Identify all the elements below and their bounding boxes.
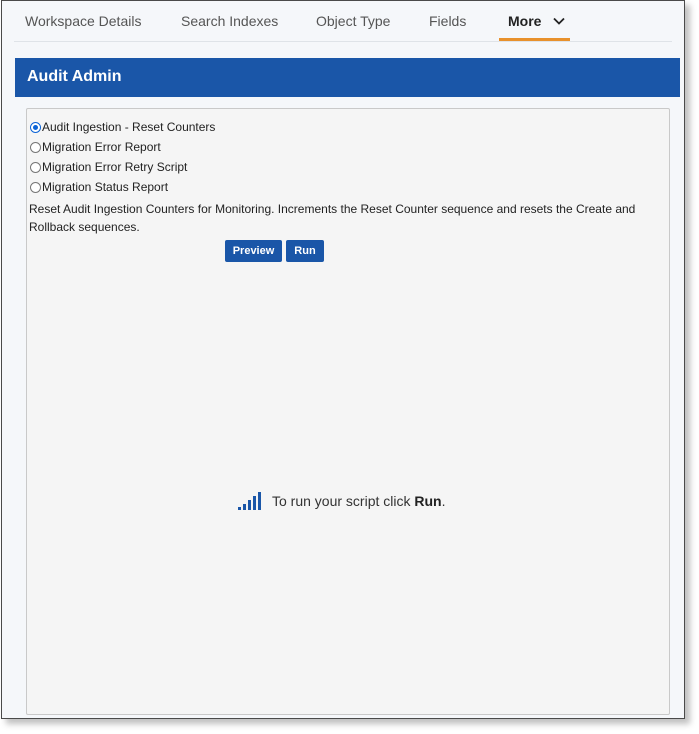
hint-run-emphasis: Run	[414, 493, 442, 509]
tab-search-indexes[interactable]: Search Indexes	[181, 13, 278, 29]
hint-suffix: .	[441, 493, 446, 509]
tab-workspace-details[interactable]: Workspace Details	[25, 13, 141, 29]
tab-divider	[14, 41, 672, 42]
hint-text: To run your script click	[272, 493, 415, 509]
signal-bars-icon	[238, 492, 261, 510]
option-migration-error-report[interactable]: Migration Error Report	[30, 140, 161, 154]
tab-more[interactable]: More	[508, 13, 565, 29]
tab-bar: Workspace Details Search Indexes Object …	[2, 1, 684, 42]
option-label: Migration Status Report	[42, 180, 169, 194]
option-label: Migration Error Retry Script	[42, 160, 188, 174]
app-window: Workspace Details Search Indexes Object …	[1, 0, 685, 719]
radio-icon[interactable]	[30, 141, 41, 153]
option-migration-error-retry-script[interactable]: Migration Error Retry Script	[30, 160, 187, 174]
section-header: Audit Admin	[15, 58, 680, 97]
preview-button[interactable]: Preview	[225, 240, 282, 262]
script-description: Reset Audit Ingestion Counters for Monit…	[29, 202, 636, 234]
run-button[interactable]: Run	[286, 240, 324, 262]
tab-fields[interactable]: Fields	[429, 13, 466, 29]
run-hint: To run your script click Run.	[238, 492, 445, 510]
option-migration-status-report[interactable]: Migration Status Report	[30, 180, 168, 194]
option-audit-ingestion-reset-counters[interactable]: Audit Ingestion - Reset Counters	[30, 120, 215, 134]
option-label: Migration Error Report	[42, 140, 161, 154]
tab-more-label: More	[508, 13, 542, 29]
radio-icon[interactable]	[30, 161, 41, 173]
script-panel: Audit Ingestion - Reset Counters Migrati…	[26, 108, 670, 715]
page-title: Audit Admin	[27, 68, 122, 85]
radio-icon[interactable]	[30, 181, 41, 193]
tab-object-type[interactable]: Object Type	[316, 13, 390, 29]
option-label: Audit Ingestion - Reset Counters	[42, 120, 216, 134]
chevron-down-icon	[553, 17, 565, 25]
radio-selected-icon[interactable]	[30, 121, 41, 133]
